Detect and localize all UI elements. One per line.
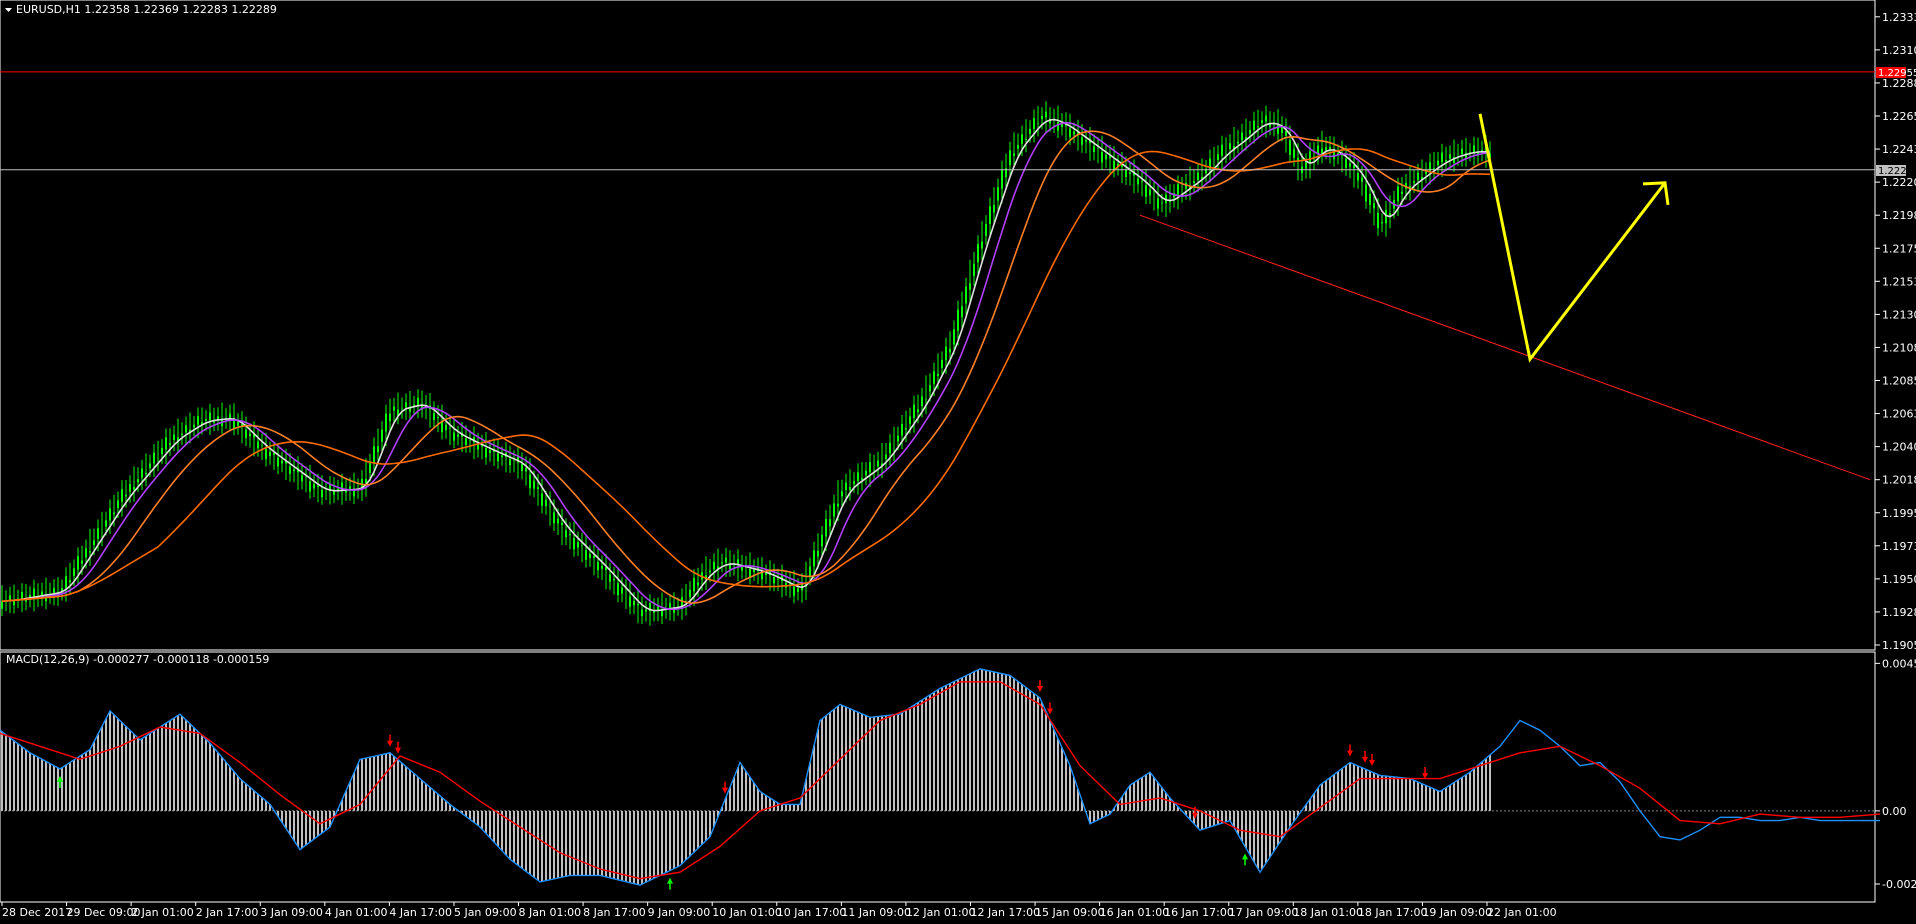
price-axis-label: 1.21305 (1882, 308, 1916, 321)
time-axis-label: 28 Dec 2017 (2, 906, 72, 919)
price-pane-frame (0, 0, 1876, 651)
time-axis-label: 4 Jan 17:00 (389, 906, 452, 919)
time-axis-label: 3 Jan 09:00 (260, 906, 323, 919)
time-axis-label: 18 Jan 01:00 (1293, 906, 1363, 919)
price-axis-label: 1.23330 (1882, 11, 1916, 24)
time-axis-label: 8 Jan 17:00 (583, 906, 646, 919)
macd-axis-label: -0.002266 (1882, 878, 1916, 891)
price-axis-label: 1.19955 (1882, 507, 1916, 520)
time-axis-label: 12 Jan 01:00 (906, 906, 976, 919)
time-axis-label: 19 Jan 09:00 (1422, 906, 1492, 919)
macd-axis-label: 0.00 (1882, 805, 1907, 818)
time-axis-label: 18 Jan 17:00 (1358, 906, 1428, 919)
time-axis-label: 9 Jan 09:00 (648, 906, 711, 919)
price-axis-label: 1.23105 (1882, 44, 1916, 57)
price-axis-label: 1.21755 (1882, 242, 1916, 255)
time-axis-label: 12 Jan 17:00 (970, 906, 1040, 919)
current-price-label: 1.22289 (1878, 166, 1916, 177)
time-axis-label: 16 Jan 17:00 (1164, 906, 1234, 919)
time-axis-label: 17 Jan 09:00 (1229, 906, 1299, 919)
price-axis-label: 1.21980 (1882, 209, 1916, 222)
resistance-price-label: 1.22955 (1878, 68, 1916, 79)
time-axis-label: 2 Jan 17:00 (196, 906, 259, 919)
time-axis-label: 15 Jan 09:00 (1035, 906, 1105, 919)
time-axis-label: 11 Jan 09:00 (841, 906, 911, 919)
price-axis-label: 1.19730 (1882, 540, 1916, 553)
time-axis-label: 5 Jan 09:00 (454, 906, 517, 919)
price-axis-label: 1.19055 (1882, 639, 1916, 652)
time-axis-label: 10 Jan 17:00 (777, 906, 847, 919)
price-axis-label: 1.22655 (1882, 110, 1916, 123)
time-axis-label: 4 Jan 01:00 (325, 906, 388, 919)
price-axis-label: 1.20630 (1882, 408, 1916, 421)
time-axis-label: 8 Jan 01:00 (519, 906, 582, 919)
price-axis-label: 1.19280 (1882, 606, 1916, 619)
price-axis-label: 1.21080 (1882, 341, 1916, 354)
time-axis-label: 2 Jan 01:00 (131, 906, 194, 919)
time-axis-label: 16 Jan 01:00 (1100, 906, 1170, 919)
price-axis-label: 1.20405 (1882, 441, 1916, 454)
time-axis-label: 22 Jan 01:00 (1487, 906, 1557, 919)
price-axis-label: 1.22205 (1882, 176, 1916, 189)
trading-chart[interactable]: 1.233301.231051.228801.226551.224301.222… (0, 0, 1916, 924)
macd-header: MACD(12,26,9) -0.000277 -0.000118 -0.000… (6, 653, 269, 666)
price-axis-label: 1.22430 (1882, 143, 1916, 156)
time-axis-label: 10 Jan 01:00 (712, 906, 782, 919)
price-axis-label: 1.19505 (1882, 573, 1916, 586)
time-axis-label: 29 Dec 09:00 (67, 906, 141, 919)
price-axis-label: 1.20180 (1882, 474, 1916, 487)
symbol-header: EURUSD,H1 1.22358 1.22369 1.22283 1.2228… (16, 3, 277, 16)
price-axis-label: 1.21530 (1882, 275, 1916, 288)
price-axis-label: 1.20855 (1882, 375, 1916, 388)
macd-axis-label: 0.004572 (1882, 657, 1916, 670)
